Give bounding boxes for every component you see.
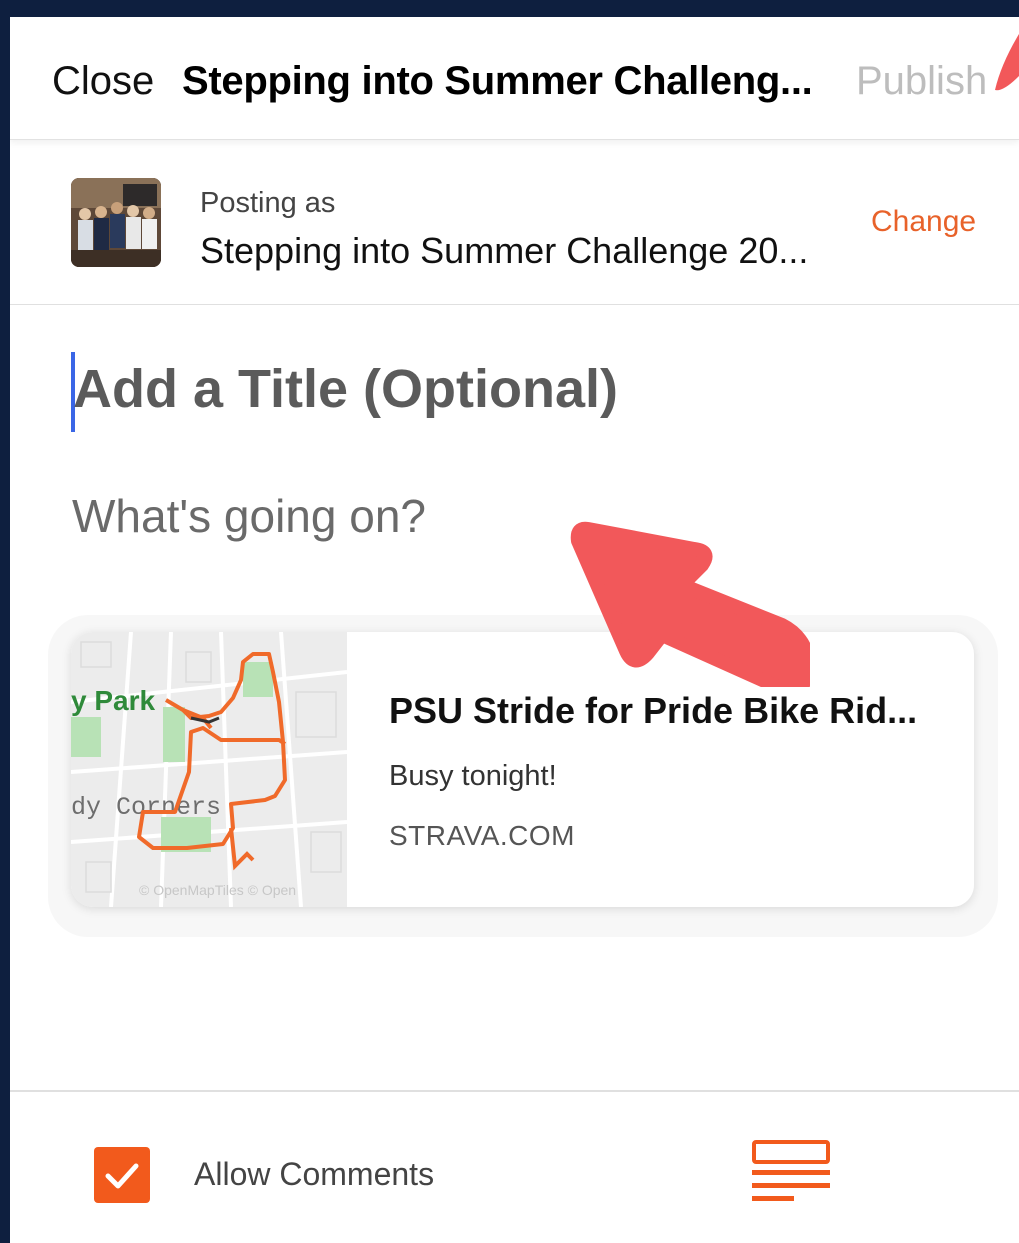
title-placeholder: Add a Title (Optional) (73, 359, 618, 419)
checkmark-icon (105, 1163, 139, 1189)
allow-comments-checkbox[interactable] (94, 1147, 150, 1203)
text-format-icon[interactable] (752, 1140, 830, 1206)
annotation-arrow-icon (570, 521, 810, 687)
post-composer-screen: Close Stepping into Summer Challeng... P… (10, 17, 1019, 1243)
route-map: y Park dy Corners © OpenMapTiles © Open (71, 632, 348, 907)
bottom-toolbar: Allow Comments (10, 1090, 1019, 1243)
body-field[interactable]: What's going on? (72, 489, 426, 543)
change-button[interactable]: Change (871, 205, 976, 239)
link-card-domain: STRAVA.COM (389, 820, 575, 851)
close-button[interactable]: Close (52, 59, 154, 104)
allow-comments-label: Allow Comments (194, 1156, 435, 1192)
posting-as-name: Stepping into Summer Challenge 20... (200, 230, 809, 271)
annotation-arrow-corner-icon (995, 34, 1019, 91)
link-card-description: Busy tonight! (389, 760, 557, 792)
map-label-park: y Park (71, 685, 155, 716)
link-card-title: PSU Stride for Pride Bike Rid... (389, 690, 918, 731)
page-title: Stepping into Summer Challeng... (182, 59, 813, 103)
posting-as-label: Posting as (200, 187, 336, 219)
club-avatar (71, 178, 161, 267)
link-preview-card[interactable]: y Park dy Corners © OpenMapTiles © Open … (71, 632, 974, 907)
map-label-corners: dy Corners (71, 793, 221, 822)
posting-as-row: Posting as Stepping into Summer Challeng… (10, 147, 1019, 305)
top-bar: Close Stepping into Summer Challeng... P… (10, 17, 1019, 140)
publish-button[interactable]: Publish (856, 59, 987, 104)
map-attribution: © OpenMapTiles © Open (139, 882, 296, 898)
